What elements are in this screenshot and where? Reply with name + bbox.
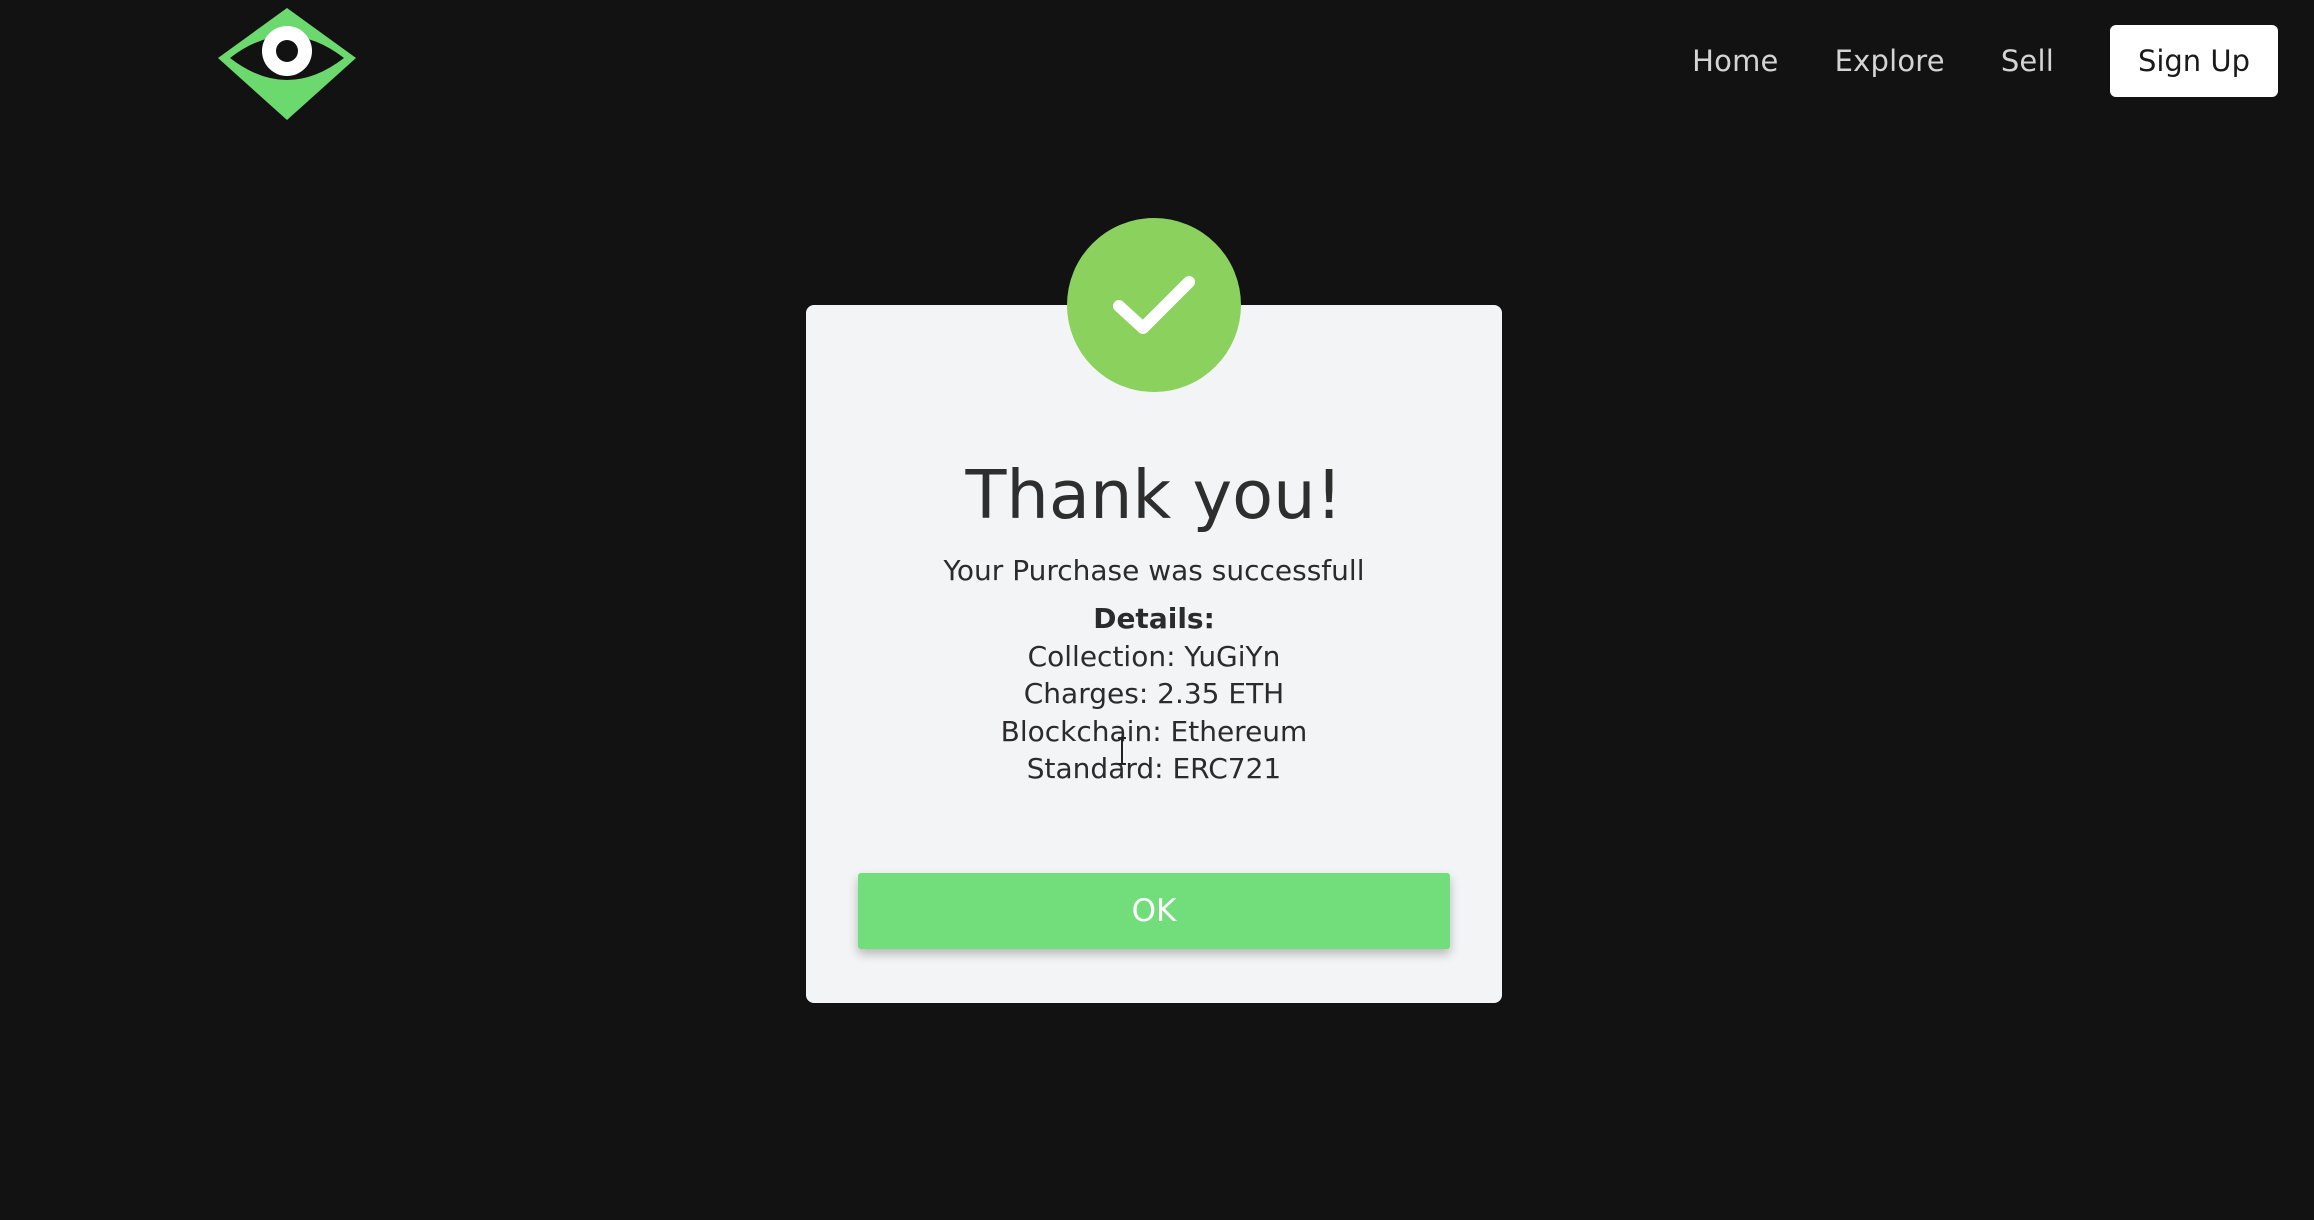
nav-explore-link[interactable]: Explore (1835, 44, 1945, 78)
purchase-details: Details: Collection: YuGiYn Charges: 2.3… (806, 600, 1502, 788)
success-badge (1067, 218, 1241, 392)
detail-collection: Collection: YuGiYn (1027, 639, 1281, 673)
details-heading: Details: (1093, 602, 1215, 635)
sign-up-button[interactable]: Sign Up (2110, 25, 2278, 97)
nav-home-link[interactable]: Home (1692, 44, 1778, 78)
top-nav: Home Explore Sell Sign Up (1692, 24, 2278, 98)
ok-button[interactable]: OK (858, 873, 1450, 949)
eye-logo-icon[interactable] (216, 6, 358, 122)
purchase-success-modal: Thank you! Your Purchase was successfull… (806, 305, 1502, 1003)
detail-blockchain: Blockchain: Ethereum (1000, 714, 1308, 748)
detail-charges: Charges: 2.35 ETH (1023, 677, 1285, 711)
checkmark-icon (1113, 276, 1195, 334)
text-cursor-icon (1118, 737, 1126, 765)
page: Home Explore Sell Sign Up Thank you! You… (0, 0, 2314, 1220)
detail-standard: Standard: ERC721 (1026, 752, 1282, 786)
nav-sell-link[interactable]: Sell (2001, 44, 2054, 78)
modal-title: Thank you! (965, 456, 1343, 534)
success-message: Your Purchase was successfull (943, 554, 1365, 587)
